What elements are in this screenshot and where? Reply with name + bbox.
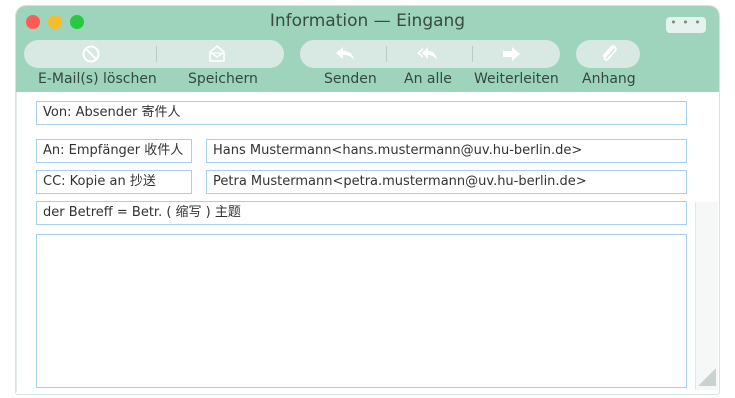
message-body[interactable] <box>36 234 687 388</box>
delete-save-group <box>24 40 284 68</box>
toolbar-separator <box>156 46 157 62</box>
resize-grip-icon[interactable] <box>698 368 716 386</box>
no-entry-icon[interactable] <box>80 43 102 65</box>
envelope-icon[interactable] <box>206 43 228 65</box>
attach-button[interactable]: Anhang <box>582 71 636 87</box>
from-field[interactable]: Von: Absender 寄件人 <box>36 101 687 125</box>
reply-all-icon[interactable] <box>416 43 438 65</box>
toolbar-separator <box>386 46 387 62</box>
send-button[interactable]: Senden <box>324 71 377 87</box>
delete-mail-button[interactable]: E-Mail(s) löschen <box>38 71 157 87</box>
cc-field[interactable]: Petra Mustermann<petra.mustermann@uv.hu-… <box>206 170 687 194</box>
content-edge <box>16 92 17 392</box>
more-options-button[interactable]: • • • <box>666 17 706 33</box>
to-field[interactable]: Hans Mustermann<hans.mustermann@uv.hu-be… <box>206 139 687 163</box>
scrollbar[interactable] <box>695 202 718 390</box>
to-label: An: Empfänger 收件人 <box>36 139 192 163</box>
paperclip-icon[interactable] <box>598 43 620 65</box>
forward-button[interactable]: Weiterleiten <box>474 71 559 87</box>
subject-field[interactable]: der Betreff = Betr. ( 缩写 ) 主题 <box>36 201 687 225</box>
cc-label: CC: Kopie an 抄送 <box>36 170 192 194</box>
reply-all-button[interactable]: An alle <box>404 71 452 87</box>
window-title: Information — Eingang <box>269 11 466 31</box>
reply-arrow-icon[interactable] <box>334 43 356 65</box>
save-button[interactable]: Speichern <box>188 71 258 87</box>
toolbar: Information — Eingang • • • E-Mail(s) lö… <box>16 6 719 92</box>
mail-window: Information — Eingang • • • E-Mail(s) lö… <box>16 6 719 394</box>
forward-arrow-icon[interactable] <box>500 43 522 65</box>
toolbar-separator <box>472 46 473 62</box>
